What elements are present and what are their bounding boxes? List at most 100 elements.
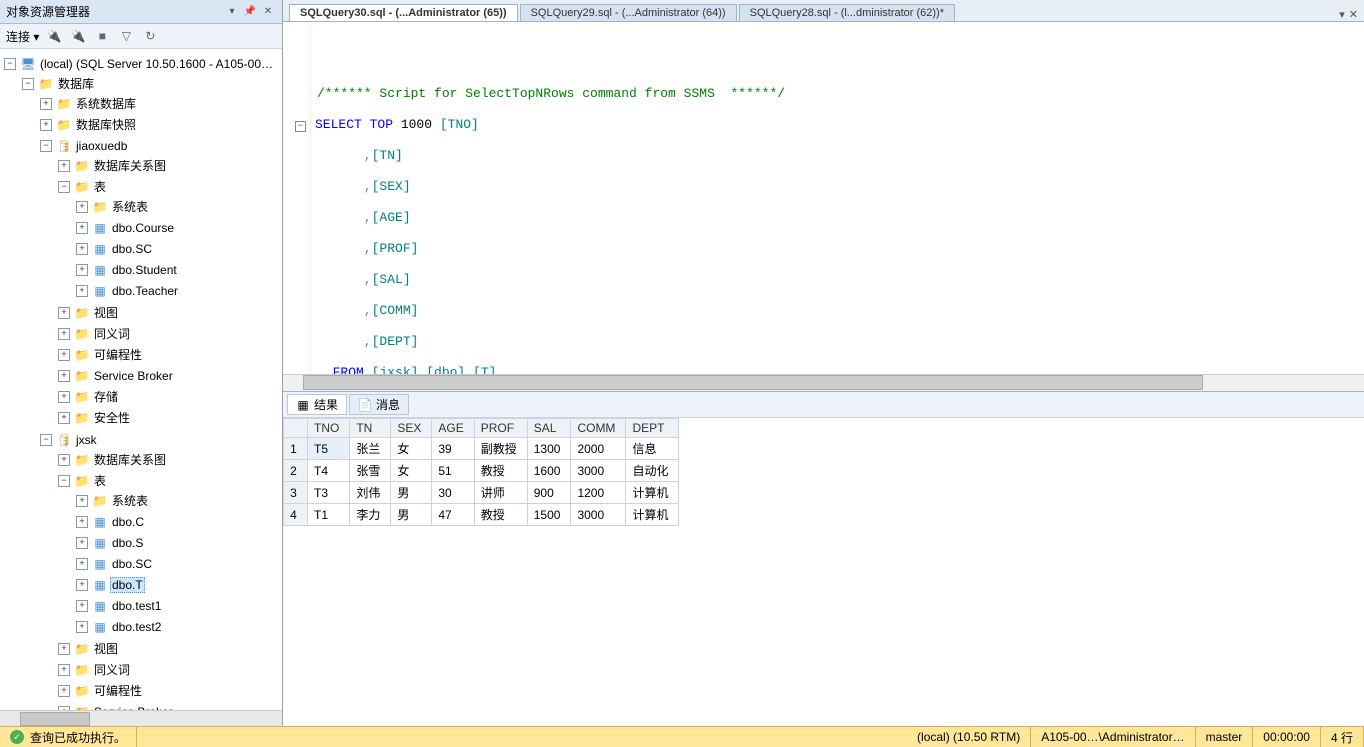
tab-sqlquery30[interactable]: SQLQuery30.sql - (...Administrator (65)) bbox=[289, 4, 518, 21]
expand-toggle[interactable]: + bbox=[76, 621, 88, 633]
table-dbo-t[interactable]: dbo.T bbox=[110, 577, 145, 593]
synonyms-node2[interactable]: 同义词 bbox=[92, 661, 132, 678]
expand-toggle[interactable]: + bbox=[76, 516, 88, 528]
expand-toggle[interactable]: + bbox=[58, 370, 70, 382]
expand-toggle[interactable]: + bbox=[58, 349, 70, 361]
col-comm[interactable]: COMM bbox=[571, 419, 626, 438]
expand-toggle[interactable]: + bbox=[40, 98, 52, 110]
filter-icon[interactable]: ▽ bbox=[117, 27, 135, 45]
expand-toggle[interactable]: + bbox=[76, 558, 88, 570]
programmability-node2[interactable]: 可编程性 bbox=[92, 682, 144, 699]
cell-dept[interactable]: 自动化 bbox=[626, 460, 679, 482]
table-dbo-sc2[interactable]: dbo.SC bbox=[110, 557, 154, 571]
cell-tno[interactable]: T4 bbox=[308, 460, 350, 482]
object-tree[interactable]: −🖥(local) (SQL Server 10.50.1600 - A105-… bbox=[0, 49, 282, 710]
cell-sal[interactable]: 1300 bbox=[527, 438, 571, 460]
table-row[interactable]: 3T3刘伟男30讲师9001200计算机 bbox=[284, 482, 679, 504]
views-node[interactable]: 视图 bbox=[92, 304, 120, 321]
cell-prof[interactable]: 教授 bbox=[474, 460, 527, 482]
cell-tn[interactable]: 李力 bbox=[350, 504, 391, 526]
cell-tn[interactable]: 刘伟 bbox=[350, 482, 391, 504]
snapshot-node[interactable]: 数据库快照 bbox=[74, 116, 138, 133]
table-dbo-test1[interactable]: dbo.test1 bbox=[110, 599, 163, 613]
storage-node[interactable]: 存储 bbox=[92, 388, 120, 405]
connect-icon[interactable]: 🔌 bbox=[45, 27, 63, 45]
cell-age[interactable]: 30 bbox=[432, 482, 474, 504]
service-broker-node[interactable]: Service Broker bbox=[92, 369, 175, 383]
cell-sex[interactable]: 女 bbox=[391, 460, 432, 482]
rownum-header[interactable] bbox=[284, 419, 308, 438]
col-sal[interactable]: SAL bbox=[527, 419, 571, 438]
cell-tn[interactable]: 张兰 bbox=[350, 438, 391, 460]
cell-dept[interactable]: 信息 bbox=[626, 438, 679, 460]
expand-toggle[interactable]: + bbox=[76, 222, 88, 234]
security-node[interactable]: 安全性 bbox=[92, 409, 132, 426]
table-row[interactable]: 4T1李力男47教授15003000计算机 bbox=[284, 504, 679, 526]
sys-tables-node2[interactable]: 系统表 bbox=[110, 492, 150, 509]
expand-toggle[interactable]: + bbox=[76, 285, 88, 297]
cell-dept[interactable]: 计算机 bbox=[626, 504, 679, 526]
cell-prof[interactable]: 副教授 bbox=[474, 438, 527, 460]
views-node2[interactable]: 视图 bbox=[92, 640, 120, 657]
refresh-icon[interactable]: ↻ bbox=[141, 27, 159, 45]
tab-results[interactable]: ▦ 结果 bbox=[287, 394, 347, 415]
expand-toggle[interactable]: + bbox=[58, 685, 70, 697]
tab-messages[interactable]: 📄 消息 bbox=[349, 394, 409, 415]
table-dbo-test2[interactable]: dbo.test2 bbox=[110, 620, 163, 634]
cell-n[interactable]: 1 bbox=[284, 438, 308, 460]
cell-tno[interactable]: T3 bbox=[308, 482, 350, 504]
expand-toggle[interactable]: + bbox=[58, 664, 70, 676]
table-dbo-course[interactable]: dbo.Course bbox=[110, 221, 176, 235]
cell-sex[interactable]: 女 bbox=[391, 438, 432, 460]
pin-icon[interactable]: 📌 bbox=[242, 5, 258, 19]
expand-toggle[interactable]: + bbox=[58, 160, 70, 172]
cell-sal[interactable]: 1500 bbox=[527, 504, 571, 526]
col-sex[interactable]: SEX bbox=[391, 419, 432, 438]
col-tno[interactable]: TNO bbox=[308, 419, 350, 438]
databases-node[interactable]: 数据库 bbox=[56, 75, 96, 92]
synonyms-node[interactable]: 同义词 bbox=[92, 325, 132, 342]
cell-sex[interactable]: 男 bbox=[391, 504, 432, 526]
cell-sex[interactable]: 男 bbox=[391, 482, 432, 504]
cell-comm[interactable]: 3000 bbox=[571, 460, 626, 482]
tables-node[interactable]: 表 bbox=[92, 178, 108, 195]
table-dbo-c[interactable]: dbo.C bbox=[110, 515, 146, 529]
expand-toggle[interactable]: + bbox=[58, 328, 70, 340]
cell-n[interactable]: 2 bbox=[284, 460, 308, 482]
cell-prof[interactable]: 讲师 bbox=[474, 482, 527, 504]
table-dbo-teacher[interactable]: dbo.Teacher bbox=[110, 284, 180, 298]
table-row[interactable]: 1T5张兰女39副教授13002000信息 bbox=[284, 438, 679, 460]
expand-toggle[interactable]: + bbox=[58, 391, 70, 403]
col-age[interactable]: AGE bbox=[432, 419, 474, 438]
table-dbo-sc[interactable]: dbo.SC bbox=[110, 242, 154, 256]
connect-button[interactable]: 连接 ▾ bbox=[6, 28, 39, 45]
expand-toggle[interactable]: + bbox=[76, 243, 88, 255]
db-diagram-node[interactable]: 数据库关系图 bbox=[92, 157, 168, 174]
tab-dropdown-icon[interactable]: ▾ bbox=[1339, 8, 1345, 21]
cell-sal[interactable]: 900 bbox=[527, 482, 571, 504]
expand-toggle[interactable]: − bbox=[40, 140, 52, 152]
col-dept[interactable]: DEPT bbox=[626, 419, 679, 438]
table-dbo-student[interactable]: dbo.Student bbox=[110, 263, 179, 277]
cell-n[interactable]: 4 bbox=[284, 504, 308, 526]
expand-toggle[interactable]: + bbox=[76, 264, 88, 276]
expand-toggle[interactable]: + bbox=[76, 537, 88, 549]
tab-sqlquery29[interactable]: SQLQuery29.sql - (...Administrator (64)) bbox=[520, 4, 737, 21]
cell-comm[interactable]: 1200 bbox=[571, 482, 626, 504]
expand-toggle[interactable]: + bbox=[58, 412, 70, 424]
table-row[interactable]: 2T4张雪女51教授16003000自动化 bbox=[284, 460, 679, 482]
expand-toggle[interactable]: − bbox=[4, 58, 16, 70]
expand-toggle[interactable]: + bbox=[58, 643, 70, 655]
cell-tn[interactable]: 张雪 bbox=[350, 460, 391, 482]
cell-dept[interactable]: 计算机 bbox=[626, 482, 679, 504]
tab-close-icon[interactable]: ✕ bbox=[1349, 8, 1358, 21]
expand-toggle[interactable]: + bbox=[58, 454, 70, 466]
col-tn[interactable]: TN bbox=[350, 419, 391, 438]
programmability-node[interactable]: 可编程性 bbox=[92, 346, 144, 363]
db-jxsk[interactable]: jxsk bbox=[74, 433, 99, 447]
dropdown-icon[interactable]: ▾ bbox=[224, 5, 240, 19]
cell-prof[interactable]: 教授 bbox=[474, 504, 527, 526]
db-jiaoxuedb[interactable]: jiaoxuedb bbox=[74, 139, 129, 153]
cell-sal[interactable]: 1600 bbox=[527, 460, 571, 482]
sys-db-node[interactable]: 系统数据库 bbox=[74, 95, 138, 112]
